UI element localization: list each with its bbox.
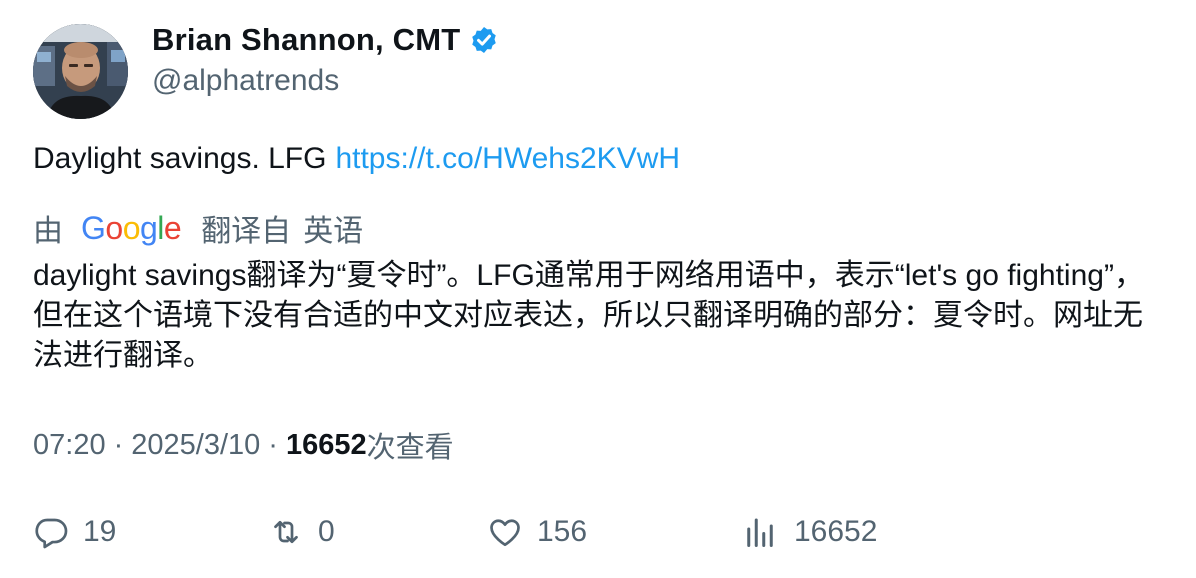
tweet-text: Daylight savings. LFG https://t.co/HWehs2… — [33, 142, 680, 176]
like-button[interactable]: 156 — [487, 512, 587, 552]
translated-by-label: 由 — [33, 215, 63, 248]
views-action-count: 16652 — [794, 515, 878, 548]
avatar[interactable] — [33, 24, 128, 119]
like-count: 156 — [537, 515, 588, 548]
tweet-time[interactable]: 07:20 — [33, 429, 106, 462]
retweet-button[interactable]: 0 — [268, 512, 335, 552]
translation-attribution: 由 Google 翻译自 英语 — [33, 206, 363, 250]
meta-separator-2: · — [268, 428, 278, 461]
views-count: 16652 — [285, 428, 367, 461]
author-name-row[interactable]: Brian Shannon, CMT — [152, 22, 499, 58]
avatar-image — [33, 24, 128, 119]
tweet-card: Brian Shannon, CMT @alphatrends Daylight… — [0, 0, 1196, 578]
tweet-text-body: Daylight savings. LFG — [33, 142, 327, 175]
reply-button[interactable]: 19 — [33, 512, 116, 552]
views-chart-icon — [747, 518, 773, 547]
views-label: 次查看 — [366, 432, 454, 464]
retweet-icon — [274, 520, 298, 544]
tweet-meta: 07:20 · 2025/3/10 · 16652 次查看 — [33, 424, 454, 466]
google-logo: Google — [81, 209, 182, 246]
verified-badge-icon — [469, 25, 499, 55]
author-name[interactable]: Brian Shannon, CMT — [152, 22, 460, 58]
reply-count: 19 — [83, 515, 117, 548]
translated-text: daylight savings翻译为“夏令时”。LFG通常用于网络用语中，表示… — [33, 259, 1144, 372]
source-language: 英语 — [303, 215, 364, 248]
views-button[interactable]: 16652 — [742, 512, 877, 552]
tweet-link[interactable]: https://t.co/HWehs2KVwH — [335, 142, 680, 175]
author-handle[interactable]: @alphatrends — [152, 64, 339, 98]
meta-separator: · — [113, 428, 124, 461]
reply-icon — [35, 518, 68, 549]
tweet-date[interactable]: 2025/3/10 — [131, 429, 260, 462]
heart-icon — [490, 519, 520, 547]
retweet-count: 0 — [318, 515, 335, 548]
translated-from-label: 翻译自 — [201, 215, 292, 248]
